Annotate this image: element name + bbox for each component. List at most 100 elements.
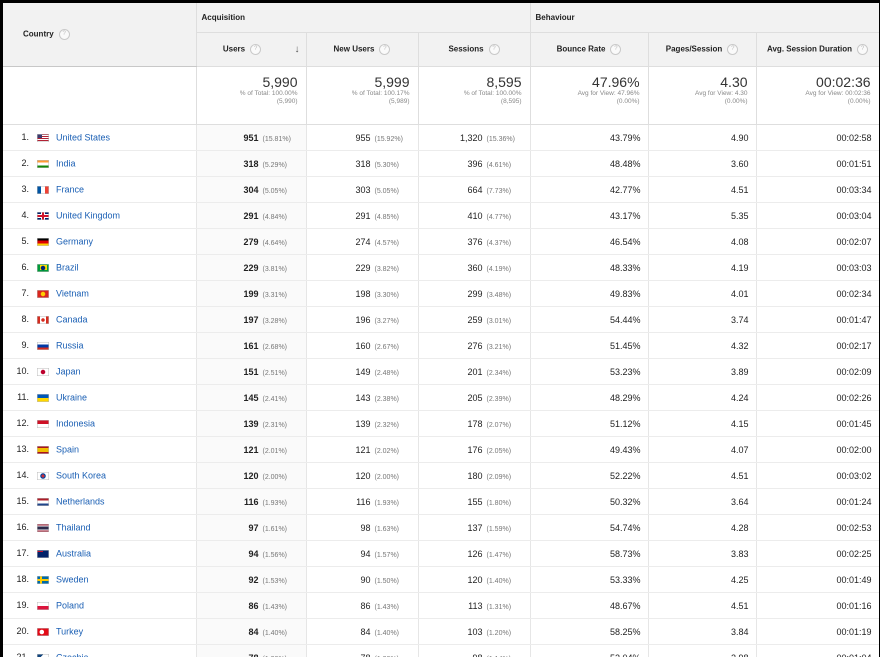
sessions-value: 259 [467,314,483,325]
sessions-cell: 410 (4.77%) [418,202,531,229]
help-icon[interactable]: ? [58,29,70,40]
users-value: 78 [248,653,258,657]
sessions-percent: (2.07%) [486,421,512,429]
country-cell: 16. Thailand [3,514,197,541]
pages-session-cell: 4.90 [648,124,757,151]
country-link[interactable]: Australia [56,549,91,559]
flag-icon [37,367,49,376]
country-cell: 4. United Kingdom [3,202,197,229]
sessions-cell: 176 (2.05%) [418,436,531,463]
total-note: % of Total: 100.00% [463,90,522,97]
country-cell: 3. France [3,176,197,203]
sort-descending-icon[interactable]: ↓ [295,44,300,55]
new-users-cell: 86 (1.43%) [306,592,419,619]
new-users-percent: (1.63%) [374,525,400,533]
sessions-cell: 155 (1.80%) [418,488,531,515]
pages-session-cell: 3.89 [648,358,757,385]
country-link[interactable]: Thailand [56,523,91,533]
country-cell: 11. Ukraine [3,384,197,411]
pages-session-cell: 4.08 [648,228,757,255]
sessions-value: 103 [467,626,483,637]
country-link[interactable]: Canada [56,315,88,325]
users-cell: 951 (15.81%) [196,124,307,151]
users-cell: 92 (1.53%) [196,566,307,593]
country-link[interactable]: Czechia [56,653,89,657]
bounce-rate-cell: 48.48% [530,150,649,177]
total-users: 5,990 % of Total: 100.00% (5,990) [196,66,307,125]
country-link[interactable]: Vietnam [56,289,89,299]
country-link[interactable]: Indonesia [56,419,95,429]
users-percent: (1.40%) [262,629,288,637]
users-percent: (1.53%) [262,577,288,585]
users-header[interactable]: Users? ↓ [196,32,307,67]
users-value: 145 [243,392,259,403]
help-icon[interactable]: ? [610,44,622,55]
pages-session-cell: 3.64 [648,488,757,515]
country-link[interactable]: Netherlands [56,497,105,507]
country-link[interactable]: Brazil [56,263,79,273]
sessions-percent: (1.20%) [486,629,512,637]
country-link[interactable]: France [56,185,84,195]
row-index: 9. [21,340,29,351]
users-value: 139 [243,418,259,429]
country-link[interactable]: Russia [56,341,84,351]
pages-session-cell: 4.01 [648,280,757,307]
avg-session-duration-cell: 00:03:03 [756,254,879,281]
total-note: (0.00%) [847,98,871,105]
new-users-header[interactable]: New Users? [306,32,419,67]
sessions-value: 137 [467,522,483,533]
users-value: 291 [243,210,259,221]
country-link[interactable]: Spain [56,445,79,455]
bounce-rate-cell: 53.33% [530,566,649,593]
total-pages-session: 4.30 Avg for View: 4.30 (0.00%) [648,66,757,125]
sessions-percent: (15.36%) [486,135,515,143]
users-cell: 145 (2.41%) [196,384,307,411]
new-users-value: 98 [360,522,371,533]
bounce-rate-header[interactable]: Bounce Rate? [530,32,649,67]
country-link[interactable]: Sweden [56,575,89,585]
country-link[interactable]: United Kingdom [56,211,120,221]
row-index: 8. [21,314,29,325]
country-link[interactable]: Ukraine [56,393,87,403]
country-link[interactable]: Turkey [56,627,83,637]
new-users-value: 116 [356,496,371,507]
row-index: 20. [16,626,29,637]
bounce-rate-cell: 43.79% [530,124,649,151]
bounce-rate-cell: 58.25% [530,618,649,645]
help-icon[interactable]: ? [488,44,500,55]
sessions-cell: 259 (3.01%) [418,306,531,333]
new-users-percent: (1.57%) [374,551,400,559]
avg-session-duration-cell: 00:02:58 [756,124,879,151]
country-link[interactable]: India [56,159,76,169]
table-row: 7. Vietnam 199 (3.31%) 198 (3.30%) 299 (3.48%) 4… [3,280,879,307]
pages-session-header[interactable]: Pages/Session? [648,32,757,67]
users-value: 116 [243,496,259,507]
help-icon[interactable]: ? [727,44,739,55]
pages-session-cell: 4.19 [648,254,757,281]
sessions-value: 410 [467,210,483,221]
sessions-value: 178 [467,418,483,429]
sessions-percent: (2.39%) [486,395,512,403]
pages-session-cell: 4.07 [648,436,757,463]
sessions-header[interactable]: Sessions? [418,32,531,67]
help-icon[interactable]: ? [857,44,869,55]
sessions-value: 376 [467,236,483,247]
sessions-value: 180 [467,470,483,481]
sessions-value: 113 [468,600,483,611]
new-users-percent: (2.48%) [374,369,400,377]
country-link[interactable]: Germany [56,237,93,247]
users-percent: (1.43%) [262,603,288,611]
country-header[interactable]: Country? [3,3,197,67]
country-link[interactable]: United States [56,133,110,143]
country-cell: 21. Czechia [3,644,197,657]
country-link[interactable]: Japan [56,367,81,377]
help-icon[interactable]: ? [250,44,262,55]
new-users-value: 143 [355,392,371,403]
help-icon[interactable]: ? [379,44,391,55]
country-link[interactable]: Poland [56,601,84,611]
avg-session-duration-cell: 00:03:34 [756,176,879,203]
avg-session-duration-header[interactable]: Avg. Session Duration? [756,32,879,67]
country-link[interactable]: South Korea [56,471,106,481]
users-cell: 84 (1.40%) [196,618,307,645]
total-note: (5,990) [276,98,298,105]
